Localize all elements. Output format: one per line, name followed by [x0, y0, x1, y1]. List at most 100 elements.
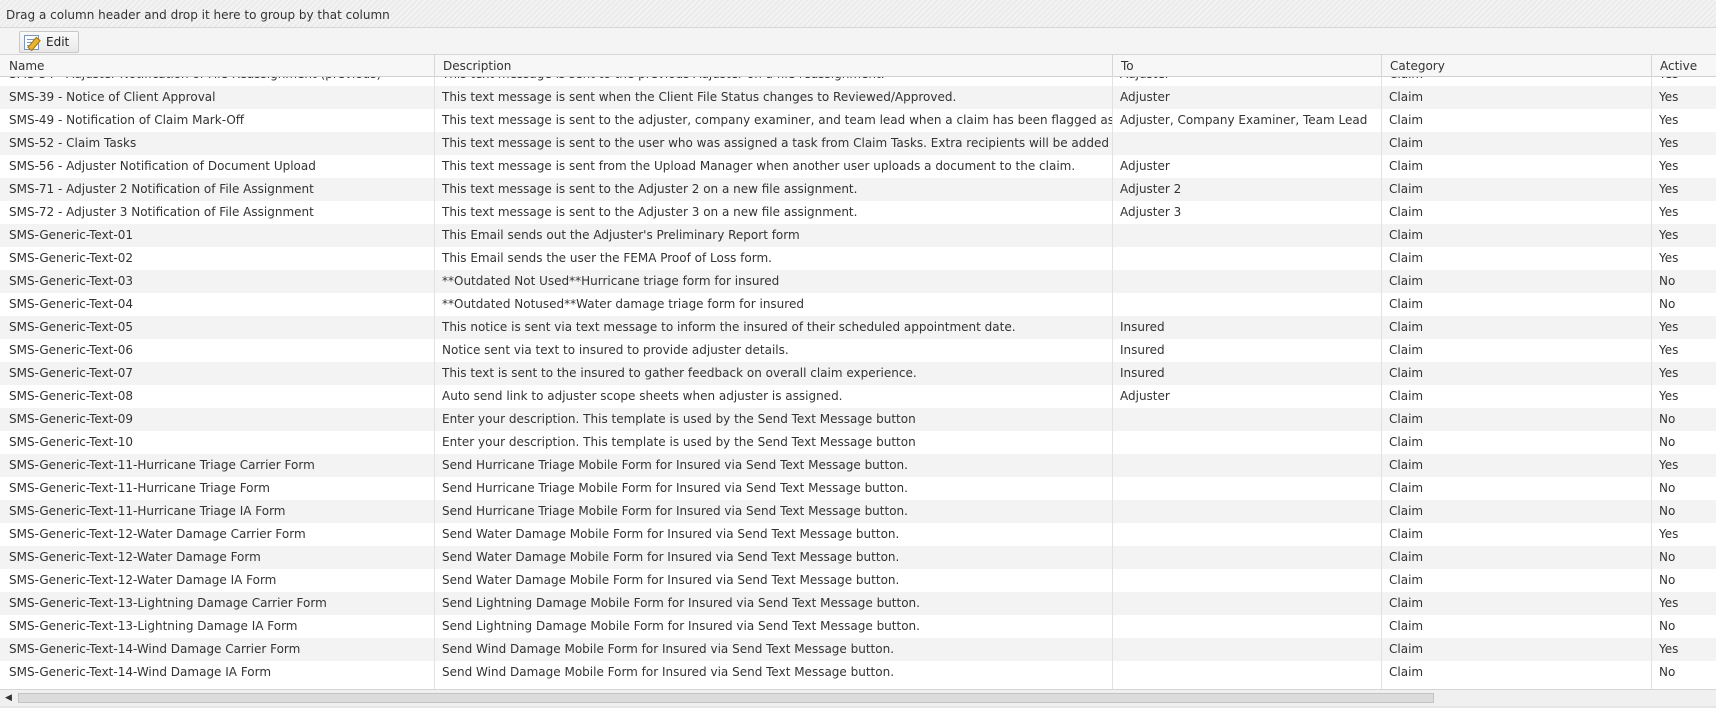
cell-category: Claim [1389, 366, 1424, 380]
table-row[interactable]: SMS-Generic-Text-12-Water Damage Carrier… [0, 523, 1716, 546]
cell-name: SMS-Generic-Text-06 [9, 343, 133, 357]
table-row[interactable]: SMS-Generic-Text-04 **Outdated Notused**W… [0, 293, 1716, 316]
cell-category: Claim [1389, 458, 1424, 472]
cell-to: Adjuster, Company Examiner, Team Lead [1120, 113, 1368, 127]
cell-name: SMS-Generic-Text-01 [9, 228, 133, 242]
table-row[interactable]: SMS-Generic-Text-14-Wind Damage IA Form S… [0, 661, 1716, 684]
cell-to: Adjuster [1120, 90, 1170, 104]
cell-active: Yes [1659, 228, 1679, 242]
cell-active: Yes [1659, 527, 1679, 541]
table-row[interactable]: SMS-56 - Adjuster Notification of Docume… [0, 155, 1716, 178]
cell-description: **Outdated Not Used**Hurricane triage fo… [442, 274, 780, 288]
cell-active: Yes [1659, 458, 1679, 472]
table-row[interactable]: SMS-Generic-Text-10 Enter your descriptio… [0, 431, 1716, 454]
table-row[interactable]: SMS-Generic-Text-11-Hurricane Triage For… [0, 477, 1716, 500]
cell-description: Send Hurricane Triage Mobile Form for In… [442, 504, 908, 518]
cell-name: SMS-Generic-Text-04 [9, 297, 133, 311]
cell-category: Claim [1381, 77, 1651, 86]
scroll-thumb[interactable] [18, 693, 1434, 703]
column-divider [434, 77, 435, 689]
cell-to [1112, 615, 1381, 638]
cell-to [1112, 477, 1381, 500]
horizontal-scrollbar[interactable]: ◀ [0, 689, 1716, 706]
cell-category: Claim [1389, 527, 1424, 541]
table-row[interactable]: SMS-Generic-Text-06 Notice sent via text … [0, 339, 1716, 362]
cell-description: Send Wind Damage Mobile Form for Insured… [442, 665, 895, 679]
table-row[interactable]: SMS-Generic-Text-11-Hurricane Triage Car… [0, 454, 1716, 477]
cell-to [1112, 454, 1381, 477]
cell-to: Insured [1120, 320, 1165, 334]
cell-category: Claim [1389, 228, 1424, 242]
cell-active: No [1659, 504, 1676, 518]
edit-button[interactable]: Edit [19, 31, 79, 53]
cell-name: SMS-Generic-Text-11-Hurricane Triage Car… [9, 458, 315, 472]
group-by-panel[interactable]: Drag a column header and drop it here to… [0, 0, 1716, 28]
table-row[interactable]: SMS-49 - Notification of Claim Mark-Off T… [0, 109, 1716, 132]
cell-description: This text message is sent to the previou… [434, 77, 1112, 86]
cell-active: No [1659, 435, 1676, 449]
table-row[interactable]: SMS-Generic-Text-07 This text is sent to … [0, 362, 1716, 385]
table-row[interactable]: SMS-71 - Adjuster 2 Notification of File… [0, 178, 1716, 201]
cell-to [1112, 247, 1381, 270]
table-row[interactable]: SMS-Generic-Text-05 This notice is sent v… [0, 316, 1716, 339]
cell-description: Send Lightning Damage Mobile Form for In… [442, 619, 920, 633]
column-header-description[interactable]: Description [434, 55, 1112, 77]
table-row[interactable]: SMS-Generic-Text-01 This Email sends out … [0, 224, 1716, 247]
cell-to [1112, 546, 1381, 569]
cell-category: Claim [1389, 389, 1424, 403]
cell-active: Yes [1659, 343, 1679, 357]
table-row[interactable]: SMS-Generic-Text-14-Wind Damage Carrier … [0, 638, 1716, 661]
cell-category: Claim [1389, 251, 1424, 265]
cell-to [1112, 592, 1381, 615]
table-row[interactable]: SMS-Generic-Text-11-Hurricane Triage IA … [0, 500, 1716, 523]
cell-active: No [1659, 412, 1676, 426]
scroll-left-icon[interactable]: ◀ [0, 690, 17, 706]
cell-to [1112, 132, 1381, 155]
cell-category: Claim [1389, 182, 1424, 196]
cell-active: Yes [1659, 389, 1679, 403]
table-row[interactable]: SMS-39 - Notice of Client Approval This t… [0, 86, 1716, 109]
cell-active: Yes [1659, 90, 1679, 104]
table-row[interactable]: SMS-Generic-Text-13-Lightning Damage Car… [0, 592, 1716, 615]
cell-description: Send Water Damage Mobile Form for Insure… [442, 573, 900, 587]
cell-description: Send Wind Damage Mobile Form for Insured… [442, 642, 895, 656]
cell-category: Claim [1389, 435, 1424, 449]
cell-description: Send Hurricane Triage Mobile Form for In… [442, 481, 908, 495]
table-row[interactable]: SMS-Generic-Text-02 This Email sends the … [0, 247, 1716, 270]
cell-active: Yes [1659, 642, 1679, 656]
cell-name: SMS-Generic-Text-12-Water Damage Form [9, 550, 261, 564]
cell-to [1112, 500, 1381, 523]
column-header-active[interactable]: Active [1651, 55, 1716, 77]
cell-active: Yes [1659, 113, 1679, 127]
table-row[interactable]: SMS-Generic-Text-12-Water Damage IA Form… [0, 569, 1716, 592]
column-header-to[interactable]: To [1112, 55, 1381, 77]
cell-description: Send Hurricane Triage Mobile Form for In… [442, 458, 908, 472]
cell-to: Adjuster 2 [1120, 182, 1182, 196]
cell-active: Yes [1659, 251, 1679, 265]
cell-category: Claim [1389, 136, 1424, 150]
cell-description: Send Lightning Damage Mobile Form for In… [442, 596, 920, 610]
cell-category: Claim [1389, 159, 1424, 173]
column-divider [1651, 77, 1652, 689]
cell-name: SMS-49 - Notification of Claim Mark-Off [9, 113, 245, 127]
cell-name: SMS-Generic-Text-12-Water Damage IA Form [9, 573, 277, 587]
cell-to [1112, 270, 1381, 293]
cell-to: Insured [1120, 366, 1165, 380]
table-row[interactable]: SMS-Generic-Text-13-Lightning Damage IA … [0, 615, 1716, 638]
table-row[interactable]: SMS-Generic-Text-03 **Outdated Not Used**… [0, 270, 1716, 293]
cell-category: Claim [1389, 596, 1424, 610]
table-row[interactable]: SMS-72 - Adjuster 3 Notification of File… [0, 201, 1716, 224]
column-divider [1381, 77, 1382, 689]
table-row[interactable]: SMS-Generic-Text-08 Auto send link to adj… [0, 385, 1716, 408]
table-row[interactable]: SMS-Generic-Text-12-Water Damage Form Sen… [0, 546, 1716, 569]
table-row[interactable]: SMS-52 - Claim Tasks This text message is… [0, 132, 1716, 155]
table-row[interactable]: SMS-34 - Adjuster Notification of File R… [0, 77, 1716, 86]
column-header-category[interactable]: Category [1381, 55, 1651, 77]
cell-name: SMS-Generic-Text-03 [9, 274, 133, 288]
table-row[interactable]: SMS-Generic-Text-09 Enter your descriptio… [0, 408, 1716, 431]
cell-name: SMS-Generic-Text-11-Hurricane Triage IA … [9, 504, 286, 518]
cell-name: SMS-52 - Claim Tasks [9, 136, 137, 150]
column-header-name[interactable]: Name [1, 55, 434, 77]
cell-active: Yes [1659, 205, 1679, 219]
cell-active: Yes [1659, 596, 1679, 610]
